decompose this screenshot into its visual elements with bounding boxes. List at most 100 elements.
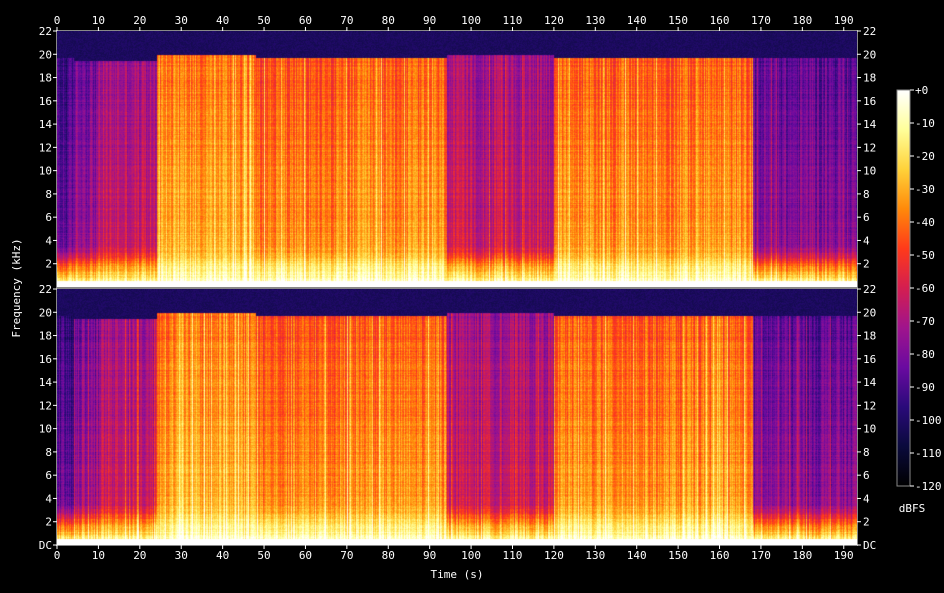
x-tick-top-label: 100 bbox=[461, 14, 481, 27]
y-tick-left-label: 18 bbox=[39, 72, 52, 85]
x-tick-top-label: 50 bbox=[257, 14, 270, 27]
y-tick-left-label: 16 bbox=[39, 95, 52, 108]
y-tick-right-label: 2 bbox=[863, 516, 870, 529]
y-tick-right-label: 14 bbox=[863, 118, 877, 131]
colorbar-tick-label: -30 bbox=[915, 183, 935, 196]
x-tick-top-label: 0 bbox=[54, 14, 61, 27]
spectrogram-chart: 0 10 20 30 40 50 60 70 80 90 100 110 120 130 140 150 160… bbox=[10, 14, 942, 581]
y-tick-right-label: 6 bbox=[863, 211, 870, 224]
x-tick-top-label: 120 bbox=[544, 14, 564, 27]
x-axis-label: Time (s) bbox=[431, 568, 484, 581]
x-axis-top: 0 10 20 30 40 50 60 70 80 90 100 110 120 130 140 150 160… bbox=[54, 14, 854, 31]
y-tick-left-label: 10 bbox=[39, 423, 52, 436]
y-tick-right-label: 12 bbox=[863, 141, 876, 154]
x-tick-bottom-label: 130 bbox=[585, 549, 605, 562]
x-tick-bottom-label: 70 bbox=[340, 549, 353, 562]
y-tick-right-label: 16 bbox=[863, 353, 876, 366]
x-tick-bottom-label: 190 bbox=[834, 549, 854, 562]
y-tick-right-label: DC bbox=[863, 539, 876, 552]
y-tick-left-label: 12 bbox=[39, 141, 52, 154]
y-tick-right-label: 20 bbox=[863, 306, 876, 319]
y-tick-left-label: 10 bbox=[39, 165, 52, 178]
y-tick-left-label: 16 bbox=[39, 353, 52, 366]
y-tick-left-label: 12 bbox=[39, 399, 52, 412]
y-tick-left-label: 20 bbox=[39, 48, 52, 61]
x-tick-bottom-label: 0 bbox=[54, 549, 61, 562]
y-tick-left-label: 22 bbox=[39, 25, 52, 38]
y-tick-left-label: DC bbox=[39, 539, 52, 552]
x-tick-top-label: 140 bbox=[627, 14, 647, 27]
x-tick-top-label: 170 bbox=[751, 14, 771, 27]
y-tick-left-label: 6 bbox=[45, 469, 52, 482]
y-tick-right-label: 6 bbox=[863, 469, 870, 482]
colorbar-tick-label: -20 bbox=[915, 150, 935, 163]
colorbar-tick-label: -80 bbox=[915, 348, 935, 361]
y-tick-left-label: 4 bbox=[45, 234, 52, 247]
x-tick-bottom-label: 100 bbox=[461, 549, 481, 562]
x-tick-bottom-label: 10 bbox=[92, 549, 105, 562]
colorbar-label: dBFS bbox=[899, 502, 926, 515]
x-tick-top-label: 180 bbox=[792, 14, 812, 27]
spectrogram-channel-1 bbox=[57, 31, 857, 287]
colorbar-tick-label: +0 bbox=[915, 84, 928, 97]
colorbar-tick-label: -70 bbox=[915, 315, 935, 328]
y-tick-left-label: 6 bbox=[45, 211, 52, 224]
x-tick-bottom-label: 90 bbox=[423, 549, 436, 562]
x-tick-top-label: 70 bbox=[340, 14, 353, 27]
y-tick-left-label: 2 bbox=[45, 516, 52, 529]
x-tick-bottom-label: 50 bbox=[257, 549, 270, 562]
x-tick-top-label: 20 bbox=[133, 14, 146, 27]
x-tick-top-label: 90 bbox=[423, 14, 436, 27]
y-tick-left-label: 8 bbox=[45, 446, 52, 459]
colorbar bbox=[896, 89, 911, 487]
x-tick-top-label: 10 bbox=[92, 14, 105, 27]
x-tick-bottom-label: 140 bbox=[627, 549, 647, 562]
y-tick-right-label: 4 bbox=[863, 492, 870, 505]
y-tick-right-label: 12 bbox=[863, 399, 876, 412]
y-tick-right-label: 8 bbox=[863, 188, 870, 201]
colorbar-tick-label: -50 bbox=[915, 249, 935, 262]
y-tick-right-label: 14 bbox=[863, 376, 877, 389]
x-tick-bottom-label: 180 bbox=[792, 549, 812, 562]
x-tick-top-label: 40 bbox=[216, 14, 229, 27]
x-tick-bottom-label: 110 bbox=[503, 549, 523, 562]
x-tick-bottom-label: 160 bbox=[710, 549, 730, 562]
colorbar-tick-label: -60 bbox=[915, 282, 935, 295]
y-tick-right-label: 18 bbox=[863, 330, 876, 343]
y-tick-right-label: 16 bbox=[863, 95, 876, 108]
x-axis-bottom: 0 10 20 30 40 50 60 70 80 90 100 110 120 130 140 150 160… bbox=[54, 545, 854, 562]
x-tick-bottom-label: 150 bbox=[668, 549, 688, 562]
colorbar-tick-label: -40 bbox=[915, 216, 935, 229]
y-tick-left-label: 14 bbox=[39, 118, 53, 131]
colorbar-tick-label: -90 bbox=[915, 381, 935, 394]
y-tick-right-label: 22 bbox=[863, 283, 876, 296]
colorbar-tick-label: -100 bbox=[915, 414, 942, 427]
x-tick-bottom-label: 30 bbox=[175, 549, 188, 562]
x-tick-top-label: 150 bbox=[668, 14, 688, 27]
colorbar-tick-label: -110 bbox=[915, 447, 942, 460]
x-tick-bottom-label: 80 bbox=[382, 549, 395, 562]
x-tick-top-label: 80 bbox=[382, 14, 395, 27]
x-tick-top-label: 190 bbox=[834, 14, 854, 27]
y-tick-right-label: 2 bbox=[863, 258, 870, 271]
y-tick-right-label: 20 bbox=[863, 48, 876, 61]
y-tick-right-label: 10 bbox=[863, 165, 876, 178]
colorbar-tick-label: -10 bbox=[915, 117, 935, 130]
x-tick-bottom-label: 170 bbox=[751, 549, 771, 562]
y-axis-label: Frequency (kHz) bbox=[10, 238, 23, 337]
y-tick-right-label: 4 bbox=[863, 234, 870, 247]
y-tick-left-label: 2 bbox=[45, 258, 52, 271]
x-tick-bottom-label: 120 bbox=[544, 549, 564, 562]
spectrogram-channel-2 bbox=[57, 289, 857, 545]
y-tick-right-label: 22 bbox=[863, 25, 876, 38]
x-tick-bottom-label: 60 bbox=[299, 549, 312, 562]
colorbar-ticks: +0 -10 -20 -30 -40 -50 -60 -70 -80 -90 -100 -110 -12… bbox=[910, 84, 942, 493]
y-tick-left-label: 20 bbox=[39, 306, 52, 319]
x-tick-top-label: 30 bbox=[175, 14, 188, 27]
colorbar-tick-label: -120 bbox=[915, 480, 942, 493]
x-tick-top-label: 160 bbox=[710, 14, 730, 27]
y-tick-left-label: 8 bbox=[45, 188, 52, 201]
x-tick-top-label: 130 bbox=[585, 14, 605, 27]
x-tick-top-label: 110 bbox=[503, 14, 523, 27]
y-tick-left-label: 22 bbox=[39, 283, 52, 296]
